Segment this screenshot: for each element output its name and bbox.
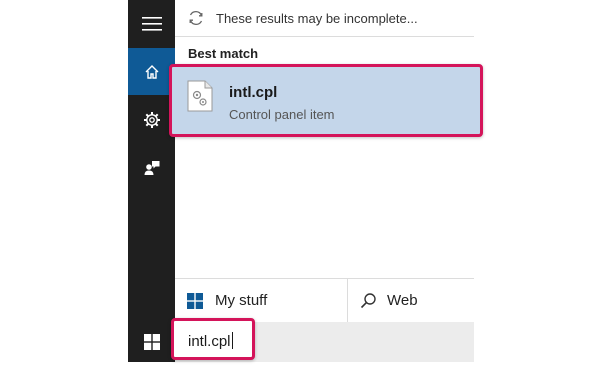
settings-button[interactable] (128, 96, 175, 143)
gear-icon (143, 111, 161, 129)
my-stuff-label: My stuff (215, 292, 268, 309)
home-button[interactable] (128, 48, 175, 95)
start-button[interactable] (128, 322, 175, 362)
control-panel-file-icon (187, 80, 213, 117)
search-scope-bar: My stuff Web (175, 278, 474, 322)
hamburger-menu-button[interactable] (128, 0, 175, 47)
hamburger-menu-icon (141, 16, 162, 31)
feedback-icon (143, 159, 161, 177)
web-button[interactable]: Web (347, 279, 474, 322)
search-input[interactable]: intl.cpl (171, 318, 255, 360)
best-match-result[interactable]: intl.cpl Control panel item (169, 64, 483, 137)
notice-text: These results may be incomplete... (216, 11, 418, 26)
search-query-text: intl.cpl (188, 333, 231, 350)
search-query-container: intl.cpl (188, 332, 233, 350)
web-label: Web (387, 292, 418, 309)
my-stuff-button[interactable]: My stuff (175, 279, 347, 322)
text-caret (231, 332, 233, 349)
incomplete-results-notice[interactable]: These results may be incomplete... (175, 0, 474, 37)
windows-logo-icon (187, 292, 203, 309)
search-icon (360, 293, 376, 309)
feedback-button[interactable] (128, 144, 175, 191)
best-match-heading: Best match (188, 46, 259, 61)
home-icon (144, 64, 160, 80)
left-rail (128, 0, 175, 362)
screenshot-stage: These results may be incomplete... Best … (0, 0, 610, 371)
results-pane: These results may be incomplete... Best … (169, 0, 483, 278)
result-title: intl.cpl (229, 84, 278, 101)
result-subtitle: Control panel item (229, 107, 335, 122)
refresh-icon (187, 9, 205, 32)
windows-start-icon (143, 334, 160, 350)
